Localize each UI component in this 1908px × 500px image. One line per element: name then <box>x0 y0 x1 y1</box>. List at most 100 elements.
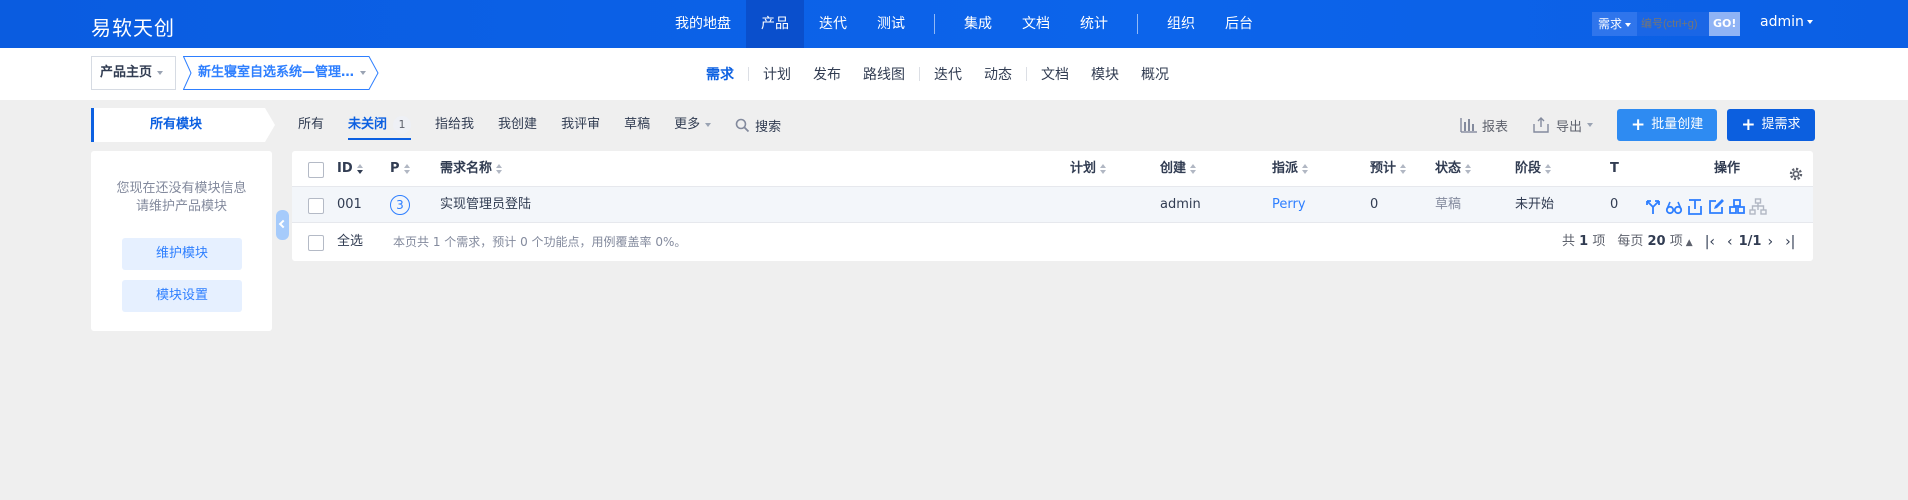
nav-report[interactable]: 统计 <box>1065 0 1123 48</box>
breadcrumb-product[interactable]: 新生寝室自选系统—管理… <box>183 56 379 90</box>
col-plan[interactable]: 计划 <box>1070 151 1107 187</box>
page-indicator: 1/1 <box>1738 234 1762 249</box>
tab-dynamic[interactable]: 动态 <box>973 64 1023 84</box>
sort-icon <box>1545 163 1552 174</box>
table-row[interactable]: 001 3 实现管理员登陆 admin Perry 0 草稿 未开始 0 <box>292 187 1813 223</box>
sort-icon <box>496 163 503 174</box>
filter-draft[interactable]: 草稿 <box>624 108 650 142</box>
top-header: 易软天创 我的地盘 产品 迭代 测试 集成 文档 统计 组织 后台 需求 GO!… <box>0 0 1908 48</box>
create-story-button[interactable]: + 提需求 <box>1727 109 1815 141</box>
row-checkbox[interactable] <box>308 198 324 214</box>
maintain-module-button[interactable]: 维护模块 <box>122 238 242 270</box>
create-case-icon[interactable] <box>1728 195 1749 215</box>
sub-header: 产品主页 新生寝室自选系统—管理… 需求 计划 发布 路线图 迭代 动态 文档 … <box>0 48 1908 100</box>
filter-unclosed[interactable]: 未关闭 1 <box>348 108 412 142</box>
chevron-down-icon <box>360 71 366 75</box>
search-toggle[interactable]: 搜索 <box>735 116 781 135</box>
module-tab-all[interactable]: 所有模块 <box>91 108 277 142</box>
nav-company[interactable]: 组织 <box>1152 0 1210 48</box>
tab-module[interactable]: 模块 <box>1080 64 1130 84</box>
nav-admin[interactable]: 后台 <box>1210 0 1268 48</box>
chevron-down-icon <box>1806 20 1813 24</box>
tab-execution[interactable]: 迭代 <box>923 64 973 84</box>
plus-icon: + <box>1631 115 1646 135</box>
sort-icon <box>403 163 411 174</box>
col-stage[interactable]: 阶段 <box>1515 151 1552 187</box>
search-input[interactable] <box>1637 12 1710 36</box>
filter-more[interactable]: 更多 <box>674 108 712 142</box>
select-all-checkbox[interactable] <box>308 235 324 251</box>
tab-roadmap[interactable]: 路线图 <box>852 64 916 84</box>
module-tab-label: 所有模块 <box>149 117 202 132</box>
story-estimate: 0 <box>1370 197 1379 212</box>
col-assigned-to[interactable]: 指派 <box>1272 151 1309 187</box>
user-name: admin <box>1760 14 1804 30</box>
batch-create-button[interactable]: + 批量创建 <box>1617 109 1718 141</box>
edit-icon[interactable] <box>1707 195 1728 215</box>
sub-nav: 需求 计划 发布 路线图 迭代 动态 文档 模块 概况 <box>695 48 1180 100</box>
nav-qa[interactable]: 测试 <box>862 0 920 48</box>
split-story-icon <box>1749 195 1770 215</box>
tab-story[interactable]: 需求 <box>695 64 745 84</box>
report-button[interactable]: 报表 <box>1460 116 1508 135</box>
review-icon[interactable] <box>1665 195 1686 215</box>
col-id[interactable]: ID <box>337 151 364 187</box>
chevron-up-icon: ▲ <box>1685 237 1693 248</box>
breadcrumb-home[interactable]: 产品主页 <box>91 56 177 90</box>
pagination: 共 1 项 每页 20 项 ▲ |‹ ‹ 1/1 › ›| <box>1562 223 1801 261</box>
row-actions <box>1644 195 1770 215</box>
next-page-icon[interactable]: › <box>1767 223 1773 261</box>
tab-doc[interactable]: 文档 <box>1030 64 1080 84</box>
prev-page-icon[interactable]: ‹ <box>1727 223 1733 261</box>
user-menu[interactable]: admin <box>1760 14 1813 30</box>
story-status: 草稿 <box>1435 197 1462 212</box>
nav-execution[interactable]: 迭代 <box>804 0 862 48</box>
select-all-label[interactable]: 全选 <box>337 223 363 261</box>
brand-logo[interactable]: 易软天创 <box>91 12 175 41</box>
sort-icon <box>1400 163 1407 174</box>
search-go-button[interactable]: GO! <box>1709 12 1741 36</box>
nav-my-dashboard[interactable]: 我的地盘 <box>660 0 746 48</box>
filter-assigned-to-me[interactable]: 指给我 <box>435 108 474 142</box>
tab-plan[interactable]: 计划 <box>752 64 802 84</box>
story-title-link[interactable]: 实现管理员登陆 <box>440 187 531 223</box>
module-settings-button[interactable]: 模块设置 <box>122 280 242 312</box>
nav-doc[interactable]: 文档 <box>1007 0 1065 48</box>
tab-release[interactable]: 发布 <box>802 64 852 84</box>
nav-product[interactable]: 产品 <box>746 0 804 48</box>
sub-nav-divider <box>919 67 920 81</box>
col-status[interactable]: 状态 <box>1435 151 1472 187</box>
last-page-icon[interactable]: ›| <box>1785 223 1795 261</box>
table-header: ID P 需求名称 计划 创建 指派 预计 状态 阶段 T 操作 <box>292 151 1813 187</box>
col-title[interactable]: 需求名称 <box>440 151 503 187</box>
main-nav: 我的地盘 产品 迭代 测试 集成 文档 统计 组织 后台 <box>660 0 1268 48</box>
story-id[interactable]: 001 <box>337 187 362 223</box>
select-all-checkbox-header[interactable] <box>308 162 324 178</box>
sidebar-collapse-button[interactable] <box>276 210 289 240</box>
global-search: 需求 GO! <box>1592 12 1741 36</box>
nav-divider <box>1137 14 1138 34</box>
filter-reviewed-by-me[interactable]: 我评审 <box>561 108 600 142</box>
col-priority[interactable]: P <box>390 151 411 187</box>
story-task-count: 0 <box>1610 197 1619 212</box>
sort-icon <box>1190 163 1197 174</box>
filter-bar: 所有 未关闭 1 指给我 我创建 我评审 草稿 更多 搜索 <box>298 108 781 142</box>
change-icon[interactable] <box>1644 195 1665 215</box>
story-assigned-to[interactable]: Perry <box>1272 187 1306 223</box>
close-story-icon[interactable] <box>1686 195 1707 215</box>
tab-overview[interactable]: 概况 <box>1130 64 1180 84</box>
search-icon <box>735 118 750 132</box>
col-estimate[interactable]: 预计 <box>1370 151 1407 187</box>
count-badge: 1 <box>393 115 412 134</box>
first-page-icon[interactable]: |‹ <box>1705 223 1715 261</box>
search-type-select[interactable]: 需求 <box>1592 12 1638 36</box>
sort-icon <box>1302 163 1309 174</box>
filter-created-by-me[interactable]: 我创建 <box>498 108 537 142</box>
col-opened-by[interactable]: 创建 <box>1160 151 1197 187</box>
export-button[interactable]: 导出 <box>1532 116 1594 135</box>
per-page-select[interactable]: 每页 20 项 ▲ <box>1617 223 1692 262</box>
col-task: T <box>1610 161 1619 176</box>
nav-devops[interactable]: 集成 <box>949 0 1007 48</box>
filter-all[interactable]: 所有 <box>298 108 324 142</box>
module-panel: 您现在还没有模块信息 请维护产品模块 维护模块 模块设置 <box>91 151 272 331</box>
